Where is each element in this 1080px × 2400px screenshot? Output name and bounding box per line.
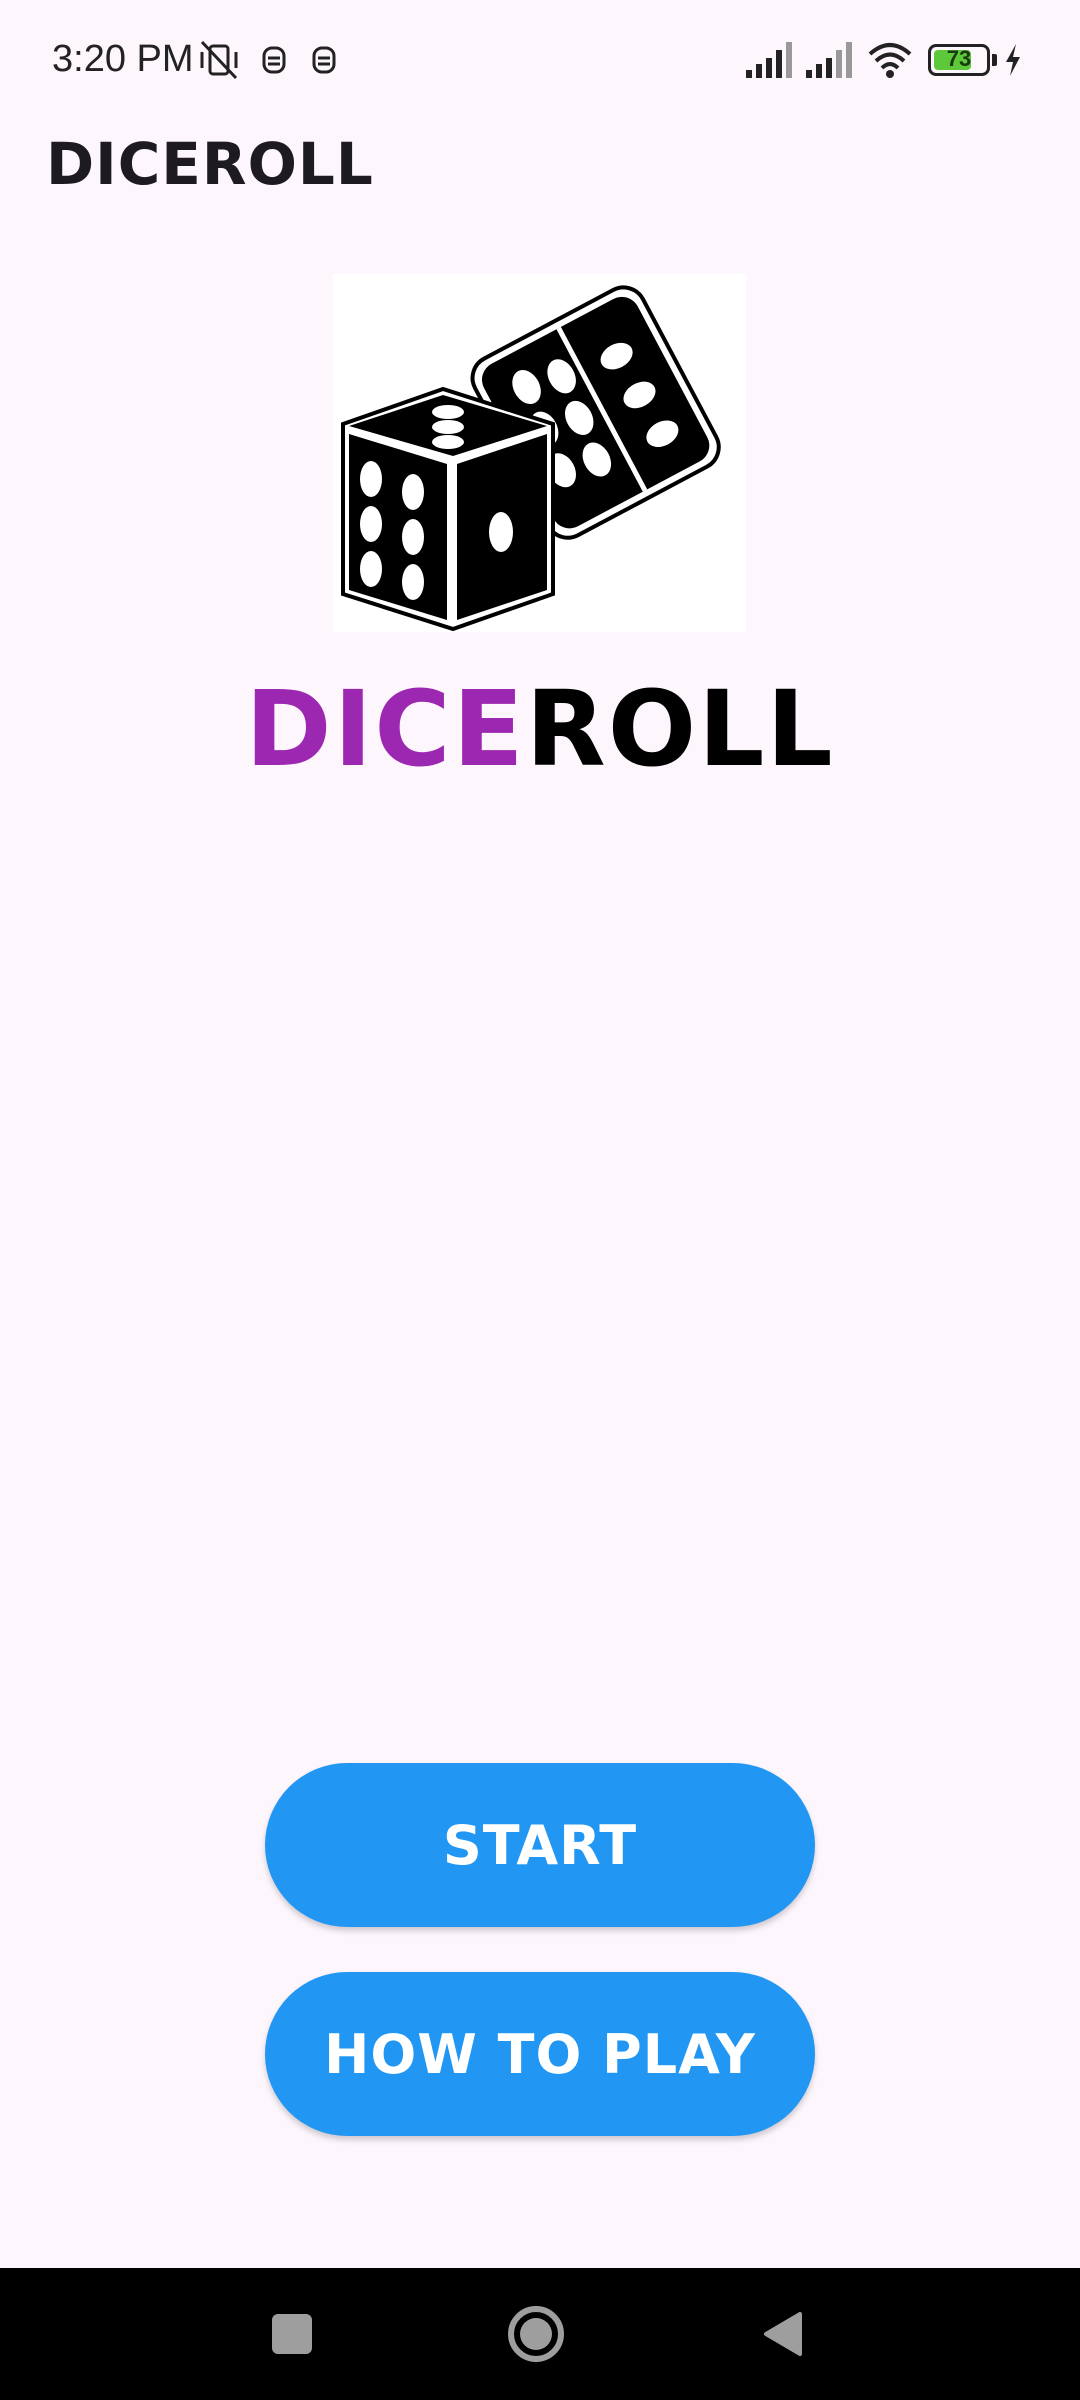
brand-title-dice: DICE <box>245 668 526 790</box>
charging-icon <box>1006 44 1020 76</box>
dice-icon <box>341 285 721 632</box>
battery-tip <box>992 54 997 66</box>
start-button[interactable]: START <box>265 1763 815 1927</box>
main-screen: 3:20 PM 73 DICEROLL DICEROLL START HOW T… <box>0 0 1080 2400</box>
notification-icon <box>312 46 336 74</box>
how-to-play-button[interactable]: HOW TO PLAY <box>265 1972 815 2136</box>
signal-icon <box>806 42 852 78</box>
status-time: 3:20 PM <box>52 38 194 80</box>
home-icon <box>508 2306 564 2362</box>
notification-icon <box>262 46 286 74</box>
signal-icon <box>746 42 792 78</box>
home-button[interactable] <box>476 2268 596 2400</box>
status-bar: 3:20 PM 73 <box>0 0 1080 120</box>
brand-title-roll: ROLL <box>525 668 835 790</box>
battery-level-text: 73 <box>946 46 972 71</box>
brand-title: DICEROLL <box>0 668 1080 790</box>
back-icon <box>764 2312 802 2356</box>
dice-logo-image <box>333 274 746 632</box>
navigation-bar <box>0 2268 1080 2400</box>
muted-vibrate-icon <box>200 40 238 80</box>
back-button[interactable] <box>722 2268 842 2400</box>
app-bar-title: DICEROLL <box>46 130 374 198</box>
wifi-icon <box>868 43 912 78</box>
battery-icon: 73 <box>928 44 990 76</box>
recents-icon <box>272 2314 312 2354</box>
recents-button[interactable] <box>232 2268 352 2400</box>
